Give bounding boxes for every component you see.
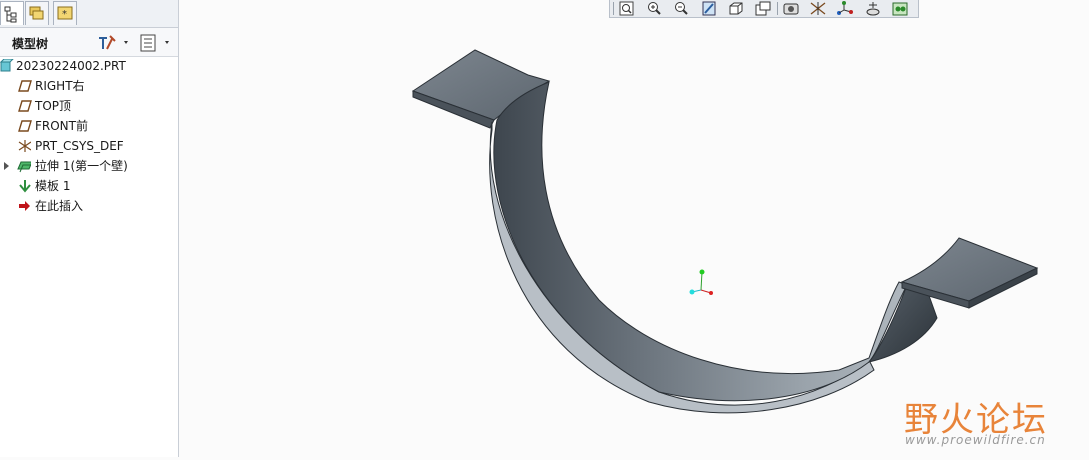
zoom-in-button[interactable] — [643, 0, 665, 17]
model-tree-header: 模型树 — [0, 28, 178, 57]
tab-folder-browser[interactable] — [25, 1, 49, 25]
folder-browser-icon — [29, 6, 44, 20]
repaint-button[interactable] — [698, 0, 720, 17]
refit-button[interactable] — [616, 0, 638, 17]
saddle-band — [489, 81, 938, 414]
view-toolbar — [609, 0, 919, 18]
repaint-icon — [702, 1, 716, 16]
tree-item-label: 在此插入 — [35, 199, 84, 213]
zoom-out-button[interactable] — [670, 0, 692, 17]
display-style-icon — [783, 3, 799, 15]
tree-item-label: 20230224002.PRT — [16, 59, 126, 73]
annotation-display-icon — [892, 2, 908, 16]
show-dropdown-button[interactable] — [138, 32, 176, 52]
tree-item-label: 拉伸 1(第一个壁) — [35, 159, 128, 173]
part-3d-model — [411, 49, 1039, 414]
zoom-out-icon — [675, 2, 688, 15]
orientation-button[interactable] — [725, 0, 747, 17]
datum-display-icon — [810, 2, 826, 15]
saved-views-icon — [755, 1, 771, 16]
coordinate-system-icon — [18, 140, 31, 152]
extrude-wall-icon — [17, 161, 31, 173]
show-list-icon — [140, 34, 169, 52]
spin-center-button[interactable] — [862, 0, 884, 17]
settings-dropdown-button[interactable] — [95, 32, 133, 52]
favorites-icon: * — [57, 6, 73, 20]
orientation-icon — [729, 2, 743, 15]
annotation-display-button[interactable] — [889, 0, 911, 17]
datum-plane-icon — [18, 100, 32, 112]
tree-item-label: FRONT前 — [35, 119, 88, 133]
datum-display-button[interactable] — [807, 0, 829, 17]
graphics-window[interactable] — [179, 0, 1089, 457]
refit-icon — [619, 1, 634, 16]
csys-triad-icon — [689, 269, 713, 295]
zoom-in-icon — [648, 2, 661, 15]
navigator-tabs: * — [0, 0, 178, 28]
tree-item-label: TOP顶 — [35, 99, 72, 113]
model-tree-icon — [4, 6, 17, 23]
part-icon — [0, 59, 14, 72]
model-tree-title: 模型树 — [12, 37, 49, 51]
template-icon — [19, 180, 31, 193]
tree-item-label: RIGHT右 — [35, 79, 85, 93]
tab-model-tree[interactable] — [0, 1, 24, 25]
watermark-url: www.proewildfire.cn — [905, 433, 1046, 447]
display-style-button[interactable] — [780, 0, 802, 17]
insert-here-arrow-icon — [19, 201, 30, 211]
tree-item-label: 模板 1 — [35, 179, 71, 193]
datum-plane-icon — [18, 80, 32, 92]
settings-tools-icon — [99, 35, 128, 50]
datum-plane-icon — [18, 120, 32, 132]
tab-favorites[interactable]: * — [53, 1, 77, 25]
tree-item-label: PRT_CSYS_DEF — [35, 139, 124, 153]
spin-center-icon — [866, 2, 880, 16]
saved-views-button[interactable] — [752, 0, 774, 17]
csys-display-button[interactable] — [834, 0, 856, 17]
csys-display-icon — [837, 1, 853, 15]
model-tree-panel: * 模型树 20230224002.PRT RIGHT右 TOP顶 FRONT前… — [0, 0, 179, 457]
expand-arrow-icon[interactable] — [3, 162, 11, 171]
svg-text:*: * — [62, 9, 67, 20]
